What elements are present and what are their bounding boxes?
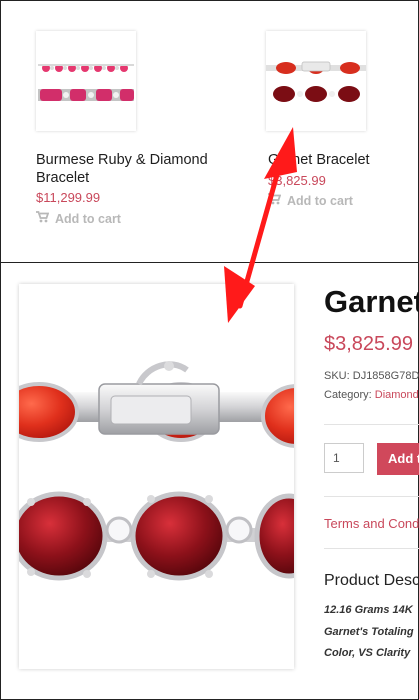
product-sku: SKU: DJ1858G78D bbox=[324, 370, 419, 382]
add-to-cart-link[interactable]: Add to cart bbox=[268, 193, 353, 208]
add-to-cart-label: Add to cart bbox=[287, 193, 353, 208]
product-price: $11,299.99 bbox=[36, 190, 101, 205]
add-to-cart-button[interactable]: Add to bbox=[377, 443, 419, 475]
product-thumbnail-ruby-bracelet[interactable] bbox=[36, 31, 136, 131]
shopping-cart-icon bbox=[268, 193, 282, 208]
description-line: 12.16 Grams 14K bbox=[324, 604, 413, 616]
add-to-cart-link[interactable]: Add to cart bbox=[36, 211, 121, 226]
add-to-cart-label: Add to cart bbox=[55, 211, 121, 226]
section-divider bbox=[0, 262, 419, 263]
sku-label: SKU: bbox=[324, 370, 350, 382]
product-main-image[interactable] bbox=[19, 284, 294, 669]
product-category: Category: Diamond bbox=[324, 389, 419, 401]
product-price-main: $3,825.99 bbox=[324, 333, 413, 355]
description-line: Garnet's Totaling bbox=[324, 626, 414, 638]
sku-value: DJ1858G78D bbox=[352, 370, 419, 382]
product-thumbnail-garnet-bracelet[interactable] bbox=[266, 31, 366, 131]
product-name[interactable]: Garnet Bracelet bbox=[268, 151, 418, 169]
product-title: Garnet bbox=[324, 284, 419, 319]
product-price: $3,825.99 bbox=[268, 173, 326, 188]
description-line: Color, VS Clarity bbox=[324, 647, 411, 659]
separator-line bbox=[324, 548, 419, 549]
shopping-cart-icon bbox=[36, 211, 50, 226]
category-label: Category: bbox=[324, 389, 372, 401]
product-description-heading: Product Desc bbox=[324, 572, 419, 589]
category-link[interactable]: Diamond bbox=[375, 389, 419, 401]
quantity-input[interactable] bbox=[324, 443, 364, 473]
terms-and-conditions-link[interactable]: Terms and Cond bbox=[324, 516, 419, 531]
separator-line bbox=[324, 424, 419, 425]
separator-line bbox=[324, 496, 419, 497]
product-name[interactable]: Burmese Ruby & Diamond Bracelet bbox=[36, 151, 236, 187]
